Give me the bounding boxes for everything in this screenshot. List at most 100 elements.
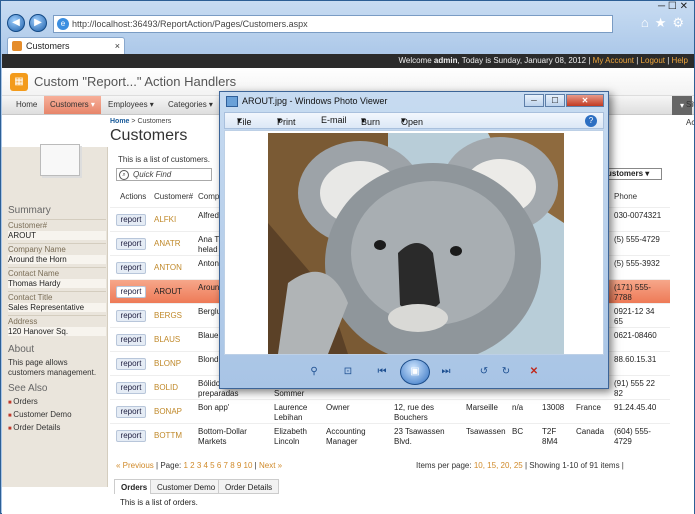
view-selector[interactable]: ustomers ▾ <box>604 168 662 180</box>
close-tab-icon[interactable]: × <box>115 38 120 54</box>
tab-orders[interactable]: Orders <box>114 479 155 494</box>
cell-city: Tsawassen <box>466 427 506 436</box>
see-also-heading: See Also <box>8 383 48 394</box>
table-row[interactable]: report BONAP Bon app' Laurence Lebihan Owner… <box>110 399 670 423</box>
customer-id-link[interactable]: ANTON <box>154 263 182 273</box>
cell-region: BC <box>512 427 524 436</box>
cell-phone: 88.60.15.31 <box>614 355 657 364</box>
report-button[interactable]: report <box>116 430 146 442</box>
cell-company: Bon app' <box>198 403 230 412</box>
home-icon[interactable]: ⌂ <box>641 15 649 30</box>
menu-print[interactable]: Print ▾ <box>277 115 296 127</box>
field-label: Customer# <box>8 219 106 230</box>
next-link[interactable]: Next » <box>259 461 282 470</box>
page-description: This is a list of customers. <box>118 155 211 164</box>
cell-postal: 13008 <box>542 403 565 412</box>
menu-customers[interactable]: Customers ▾ <box>44 96 101 114</box>
page-links[interactable]: 1 2 3 4 5 6 7 8 9 10 <box>183 461 252 470</box>
report-button[interactable]: report <box>116 286 146 298</box>
help-icon[interactable]: ? <box>585 115 597 127</box>
ie-icon: e <box>57 18 69 30</box>
customer-id-link[interactable]: ALFKI <box>154 215 176 225</box>
quick-find-input[interactable]: ⌕ Quick Find <box>116 168 212 181</box>
sidebar-link-customer-demo[interactable]: Customer Demo <box>8 410 71 419</box>
toolbar-icons: ⌂ ★ ⚙ <box>635 15 684 31</box>
cell-address: 12, rue des Bouchers <box>394 403 435 422</box>
gear-icon[interactable]: ⚙ <box>672 15 684 30</box>
photo-viewer-window: AROUT.jpg - Windows Photo Viewer ─ ☐ ✕ Fil… <box>219 91 609 389</box>
back-icon[interactable]: ◀ <box>7 14 25 32</box>
forward-icon[interactable]: ▶ <box>29 14 47 32</box>
cell-region: n/a <box>512 403 524 412</box>
sidebar-link-orders[interactable]: Orders <box>8 397 37 406</box>
close-icon[interactable]: ✕ <box>566 94 604 107</box>
search-icon: ⌕ <box>119 170 129 180</box>
customer-id-link[interactable]: ANATR <box>154 239 181 249</box>
breadcrumb-home[interactable]: Home <box>110 118 129 125</box>
customer-id-link[interactable]: BOTTM <box>154 431 182 441</box>
menu-home[interactable]: Home <box>10 96 43 114</box>
report-button[interactable]: report <box>116 358 146 370</box>
report-button[interactable]: report <box>116 334 146 346</box>
menu-categories[interactable]: Categories ▾ <box>162 96 219 114</box>
report-button[interactable]: report <box>116 214 146 226</box>
logout-link[interactable]: Logout <box>641 56 665 65</box>
customer-id-link[interactable]: AROUT <box>154 287 182 297</box>
viewer-window-controls: ─ ☐ ✕ <box>523 94 604 108</box>
customer-id-link[interactable]: BERGS <box>154 311 182 321</box>
fit-window-icon[interactable]: ⊡ <box>338 364 358 380</box>
browser-window: ─ ☐ ✕ ◀ ▶ e http://localhost:36493/Repor… <box>0 0 695 514</box>
zoom-icon[interactable]: ⚲ <box>304 364 324 380</box>
cell-company: Bottom-Dollar Markets <box>198 427 247 446</box>
address-bar[interactable]: e http://localhost:36493/ReportAction/Pa… <box>53 15 613 33</box>
cell-phone: (5) 555-4729 <box>614 235 660 244</box>
customer-id-link[interactable]: BLAUS <box>154 335 180 345</box>
customer-id-link[interactable]: BONAP <box>154 407 182 417</box>
report-button[interactable]: report <box>116 310 146 322</box>
help-link[interactable]: Help <box>672 56 688 65</box>
field-value: Around the Horn <box>8 255 106 264</box>
maximize-icon[interactable]: ☐ <box>545 94 565 107</box>
report-button[interactable]: report <box>116 262 146 274</box>
previous-link[interactable]: « Previous <box>116 461 154 470</box>
next-icon[interactable]: ⏭ <box>436 364 456 380</box>
cell-title: Accounting Manager <box>326 427 366 446</box>
cell-phone: (171) 555-7788 <box>614 283 651 302</box>
menu-email[interactable]: E-mail <box>321 115 347 125</box>
delete-icon[interactable]: ✕ <box>524 364 544 380</box>
field-label: Company Name <box>8 243 106 254</box>
pager: « Previous | Page: 1 2 3 4 5 6 7 8 9 10 … <box>116 461 624 470</box>
customer-id-link[interactable]: BLONP <box>154 359 181 369</box>
report-button[interactable]: report <box>116 238 146 250</box>
menu-burn[interactable]: Burn ▾ <box>361 115 380 127</box>
browser-tab[interactable]: Customers × <box>7 37 125 54</box>
customer-id-link[interactable]: BOLID <box>154 383 178 393</box>
slideshow-icon[interactable]: ▣ <box>400 359 430 385</box>
site-actions-menu[interactable]: Site Actions ▾ <box>671 96 694 127</box>
window-controls[interactable]: ─ ☐ ✕ <box>658 1 688 12</box>
sidebar-link-order-details[interactable]: Order Details <box>8 423 60 432</box>
koala-image <box>268 133 564 354</box>
cell-postal: T2F 8M4 <box>542 427 558 446</box>
report-button[interactable]: report <box>116 406 146 418</box>
menu-file[interactable]: File ▾ <box>237 115 252 127</box>
cell-address: 23 Tsawassen Blvd. <box>394 427 445 446</box>
menu-employees[interactable]: Employees ▾ <box>102 96 160 114</box>
field-value: Thomas Hardy <box>8 279 106 288</box>
rotate-right-icon[interactable]: ↻ <box>496 364 516 380</box>
my-account-link[interactable]: My Account <box>593 56 634 65</box>
app-title: Custom "Report..." Action Handlers <box>34 74 237 89</box>
tab-order-details[interactable]: Order Details <box>218 479 280 494</box>
tab-customer-demo[interactable]: Customer Demo <box>150 479 223 494</box>
cell-phone: 91.24.45.40 <box>614 403 657 412</box>
cell-country: Canada <box>576 427 605 436</box>
minimize-icon[interactable]: ─ <box>524 94 544 107</box>
favorites-icon[interactable]: ★ <box>655 15 667 30</box>
nav-bar: ◀ ▶ e http://localhost:36493/ReportActio… <box>5 13 692 35</box>
previous-icon[interactable]: ⏮ <box>372 364 392 380</box>
report-button[interactable]: report <box>116 382 146 394</box>
cell-phone: (604) 555-4729 <box>614 427 651 446</box>
rotate-left-icon[interactable]: ↺ <box>474 364 494 380</box>
table-row[interactable]: report BOTTM Bottom-Dollar Markets Elizabet… <box>110 423 670 447</box>
menu-open[interactable]: Open ▾ <box>401 115 423 127</box>
